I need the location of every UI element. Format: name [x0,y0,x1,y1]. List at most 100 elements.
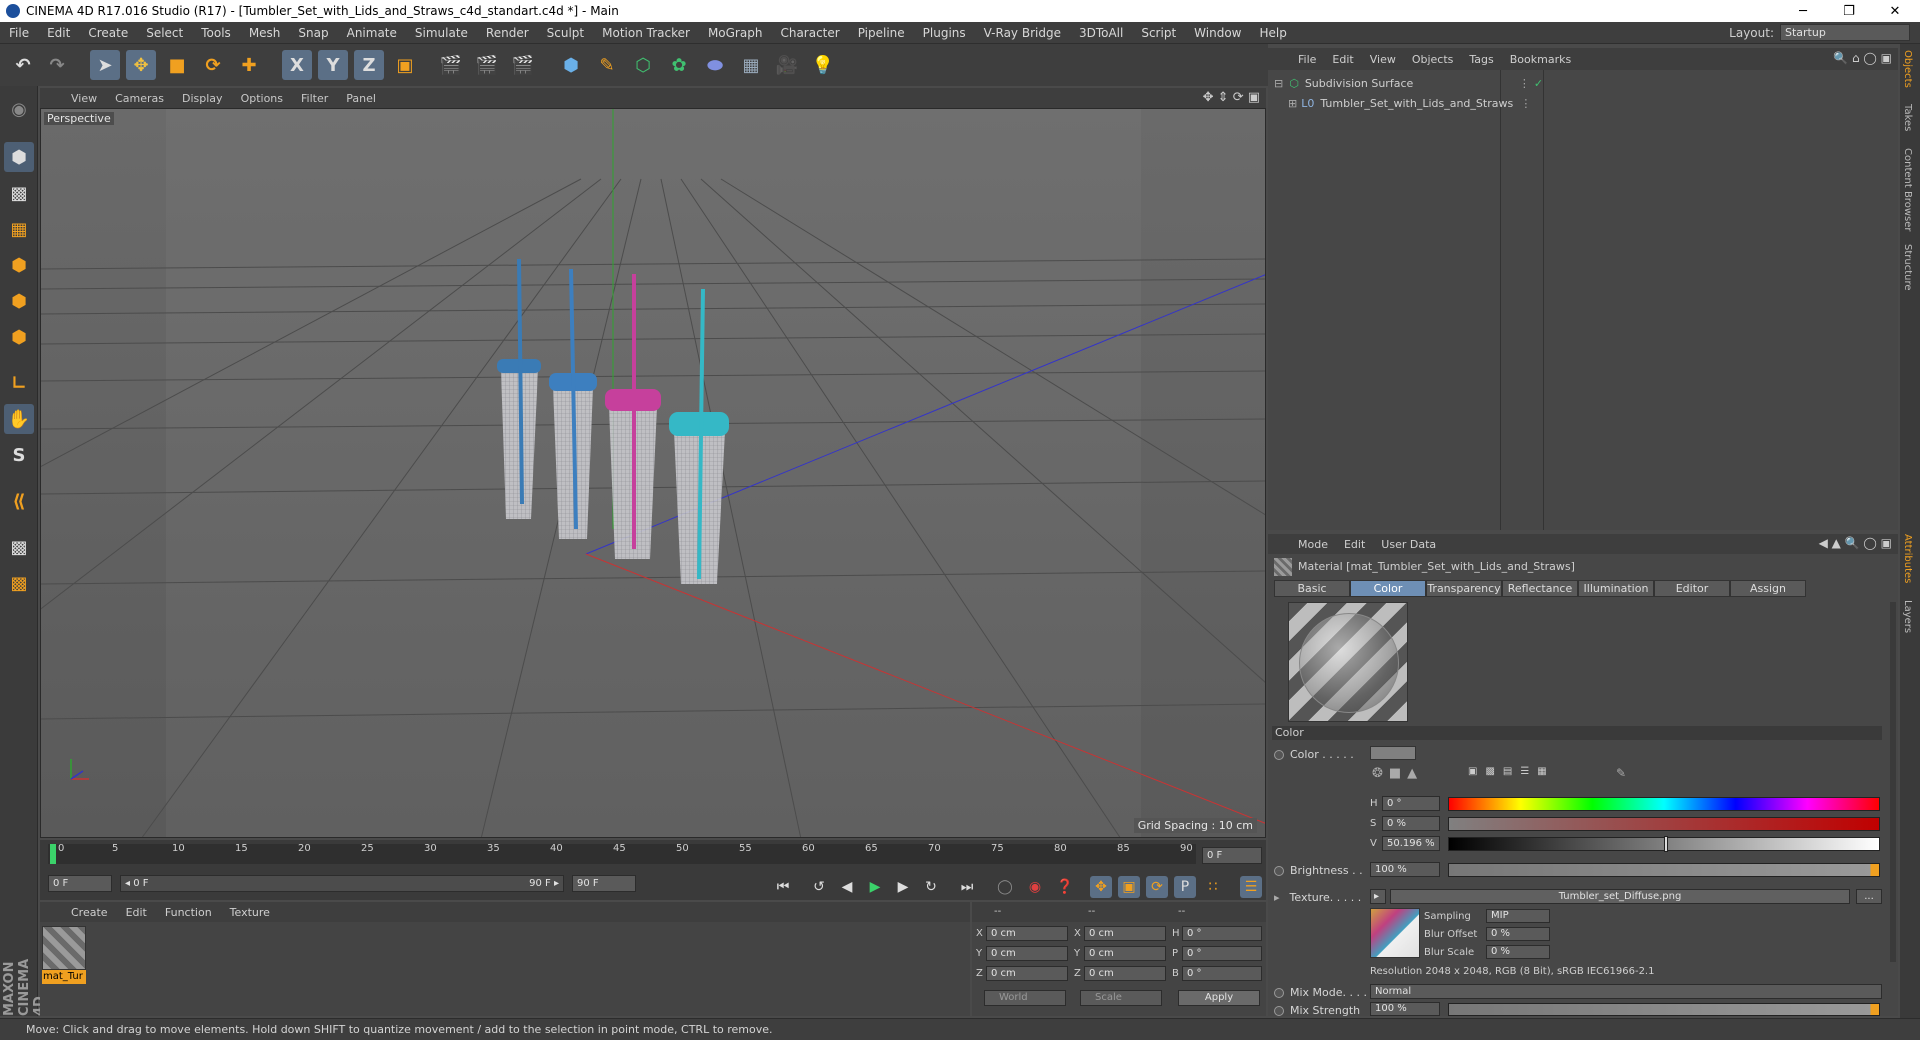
viewport-menu-panel[interactable]: Panel [337,92,385,105]
menu-snap[interactable]: Snap [289,26,337,40]
mix-strength-field[interactable]: 100 % [1370,1002,1440,1016]
blur-scale-field[interactable]: 0 % [1486,945,1550,959]
saturation-field[interactable]: 0 % [1382,816,1440,831]
timeline-playhead[interactable] [50,844,56,864]
object-row-tumbler-set[interactable]: ⊞ L0 Tumbler_Set_with_Lids_and_Straws ⋮ [1268,93,1898,113]
enabled-check-icon[interactable]: ✓ [1534,77,1543,90]
visibility-dots-icon[interactable]: ⋮ [1520,97,1531,110]
texture-file-field[interactable]: Tumbler_set_Diffuse.png [1390,889,1850,904]
render-view-icon[interactable]: 🎬 [436,50,466,80]
model-mode-icon[interactable]: ⬢ [4,142,34,172]
camera-icon[interactable]: 🎥 [772,50,802,80]
scale-tool-icon[interactable]: ■ [162,50,192,80]
object-name[interactable]: Subdivision Surface [1305,77,1495,90]
z-axis-lock-button[interactable]: Z [354,50,384,80]
texture-expand-icon[interactable]: ▸ [1274,891,1280,904]
next-keyframe-icon[interactable]: ↻ [920,876,942,898]
tab-assign[interactable]: Assign [1730,580,1806,597]
magnet-icon[interactable]: ⟪ [4,486,34,516]
undo-icon[interactable]: ↶ [8,50,38,80]
end-frame-field[interactable]: 90 F [572,875,636,892]
dock-tab-layers[interactable]: Layers [1902,600,1913,633]
hue-field[interactable]: 0 ° [1382,796,1440,811]
coordinate-system-icon[interactable]: ▣ [390,50,420,80]
attribute-nav-icons[interactable]: ◀ ▲ 🔍 ◯ ▣ [1819,536,1892,550]
edges-mode-icon[interactable]: ⬢ [4,286,34,316]
viewport-menu-display[interactable]: Display [173,92,232,105]
viewport-menu-view[interactable]: View [62,92,106,105]
attributes-menu-user-data[interactable]: User Data [1373,538,1444,551]
restore-button[interactable]: ❐ [1826,0,1872,22]
edit-render-settings-icon[interactable]: 🎬 [508,50,538,80]
objects-menu-bookmarks[interactable]: Bookmarks [1502,53,1579,66]
lock-workplane-icon[interactable]: ▩ [4,532,34,562]
objects-menu-file[interactable]: File [1290,53,1324,66]
step-forward-icon[interactable]: ▶ [892,876,914,898]
polygons-mode-icon[interactable]: ⬢ [4,322,34,352]
tab-color[interactable]: Color [1350,580,1426,597]
dock-tab-content-browser[interactable]: Content Browser [1902,148,1913,231]
menu-mograph[interactable]: MoGraph [699,26,772,40]
sampling-dropdown[interactable]: MIP [1486,909,1550,923]
mix-mode-dropdown[interactable]: Normal [1370,984,1882,999]
texture-browse-button[interactable]: ... [1856,889,1882,904]
menu-character[interactable]: Character [771,26,848,40]
coord-size-x-field[interactable]: 0 cm [1084,926,1166,941]
deformer-icon[interactable]: ⬬ [700,50,730,80]
live-selection-icon[interactable]: ➤ [90,50,120,80]
current-frame-field[interactable]: 0 F [1202,847,1262,864]
object-manager-search-icons[interactable]: 🔍 ⌂ ◯ ▣ [1833,51,1892,65]
menu-script[interactable]: Script [1132,26,1185,40]
objects-menu-objects[interactable]: Objects [1404,53,1462,66]
subdivision-surface-icon[interactable]: ⬡ [628,50,658,80]
value-slider-handle[interactable] [1663,836,1668,852]
menu-select[interactable]: Select [137,26,192,40]
minimize-button[interactable]: ─ [1780,0,1826,22]
eyedropper-icon[interactable]: ✎ [1616,766,1626,780]
attributes-scrollbar[interactable] [1890,602,1896,962]
keyframe-parameter-icon[interactable]: P [1174,876,1196,898]
blur-offset-field[interactable]: 0 % [1486,927,1550,941]
record-active-objects-icon[interactable]: ◉ [1024,876,1046,898]
frame-range-slider[interactable]: ◂ 0 F 90 F ▸ [120,875,564,892]
attributes-menu-mode[interactable]: Mode [1290,538,1336,551]
color-animate-radio[interactable] [1274,749,1284,760]
menu-window[interactable]: Window [1185,26,1250,40]
object-manager-tree[interactable]: ⊟ ⬡ Subdivision Surface ⋮ ✓ ⊞ L0 Tumbler… [1268,70,1898,530]
coord-size-z-field[interactable]: 0 cm [1084,966,1166,981]
floor-scene-icon[interactable]: ▦ [736,50,766,80]
material-menu-function[interactable]: Function [156,906,221,919]
material-menu-edit[interactable]: Edit [117,906,156,919]
move-tool-icon[interactable]: ✥ [126,50,156,80]
objects-menu-view[interactable]: View [1362,53,1404,66]
goto-end-icon[interactable]: ⏭ [956,876,978,898]
viewport-menu-cameras[interactable]: Cameras [106,92,173,105]
menu-pipeline[interactable]: Pipeline [849,26,914,40]
material-menu-create[interactable]: Create [62,906,117,919]
menu-mesh[interactable]: Mesh [240,26,290,40]
x-axis-lock-button[interactable]: X [282,50,312,80]
dock-tab-attributes[interactable]: Attributes [1902,534,1913,583]
value-slider[interactable] [1448,836,1880,852]
step-back-icon[interactable]: ◀ [836,876,858,898]
tab-reflectance[interactable]: Reflectance [1502,580,1578,597]
material-menu-texture[interactable]: Texture [221,906,279,919]
object-name[interactable]: Tumbler_Set_with_Lids_and_Straws [1320,97,1513,110]
keyframe-pla-icon[interactable]: ∷ [1202,876,1224,898]
objects-menu-edit[interactable]: Edit [1324,53,1361,66]
attributes-menu-edit[interactable]: Edit [1336,538,1373,551]
coord-rot-p-field[interactable]: 0 ° [1182,946,1262,961]
goto-start-icon[interactable]: ⏮ [772,876,794,898]
tweak-mode-icon[interactable]: ✋ [4,404,34,434]
menu-sculpt[interactable]: Sculpt [538,26,593,40]
object-row-subdivision-surface[interactable]: ⊟ ⬡ Subdivision Surface ⋮ ✓ [1268,73,1898,93]
coord-pos-z-field[interactable]: 0 cm [986,966,1068,981]
y-axis-lock-button[interactable]: Y [318,50,348,80]
tab-basic[interactable]: Basic [1274,580,1350,597]
color-space-icons[interactable]: ▣▩▤☰▦ [1468,766,1555,777]
menu-render[interactable]: Render [477,26,538,40]
make-editable-icon[interactable]: ◉ [4,94,34,124]
enable-axis-icon[interactable]: ∟ [4,368,34,398]
value-field[interactable]: 50.196 % [1382,836,1440,851]
brightness-animate-radio[interactable] [1274,865,1284,876]
